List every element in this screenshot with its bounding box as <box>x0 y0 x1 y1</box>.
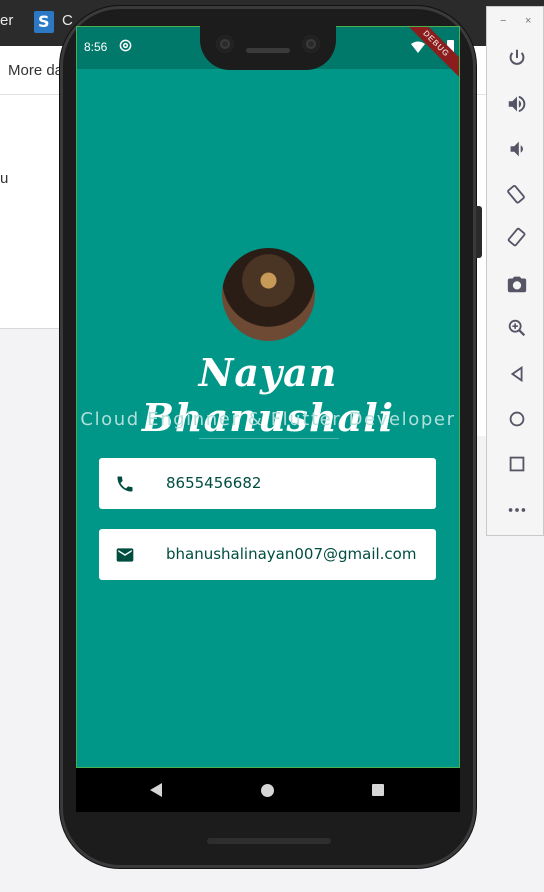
title-divider <box>199 438 339 439</box>
back-button[interactable] <box>506 363 528 385</box>
overview-icon <box>509 456 525 472</box>
phone-number: 8655456682 <box>166 474 262 492</box>
background-text: u <box>0 170 9 187</box>
home-icon[interactable] <box>261 784 274 797</box>
emulator-toolbar: − × <box>486 6 544 536</box>
more-icon <box>508 508 526 512</box>
overview-button[interactable] <box>506 453 528 475</box>
at-sign-icon <box>119 39 132 52</box>
back-icon <box>510 365 523 383</box>
power-icon <box>509 49 525 65</box>
volume-down-icon <box>510 141 523 157</box>
minimize-button[interactable]: − <box>500 15 506 27</box>
background-title-letter: C <box>62 12 73 29</box>
volume-up-icon <box>508 95 526 113</box>
screenshot-button[interactable] <box>506 273 528 295</box>
screenshot-icon <box>507 276 527 293</box>
front-sensor-icon <box>302 35 320 53</box>
debug-banner: DEBUG <box>399 27 459 81</box>
recents-icon[interactable] <box>372 784 384 796</box>
phone-icon <box>117 476 133 492</box>
bottom-speaker <box>207 838 331 844</box>
phone-side-button <box>476 206 482 258</box>
email-address: bhanushalinayan007@gmail.com <box>166 545 417 563</box>
front-camera-icon <box>216 35 234 53</box>
rotate-left-icon <box>507 184 525 204</box>
back-icon[interactable] <box>150 783 162 797</box>
home-button[interactable] <box>506 408 528 430</box>
profile-title: Cloud Enginner & Flutter Developer <box>80 409 456 430</box>
volume-up-button[interactable] <box>506 93 528 115</box>
zoom-button[interactable] <box>506 317 528 339</box>
earpiece <box>246 48 290 53</box>
rotate-left-button[interactable] <box>506 183 528 205</box>
close-button[interactable]: × <box>525 15 531 27</box>
background-title-fragment: er <box>0 12 14 29</box>
rotate-right-button[interactable] <box>506 227 528 249</box>
email-icon <box>116 548 134 562</box>
zoom-icon <box>508 319 526 337</box>
phone-card[interactable]: 8655456682 <box>99 458 436 509</box>
volume-down-button[interactable] <box>506 138 528 160</box>
phone-screen: 8:56 DEBUG Nayan Bhanushali Cloud Enginn… <box>76 26 460 768</box>
avatar <box>222 248 315 341</box>
phone-notch <box>200 26 336 70</box>
more-button[interactable] <box>506 499 528 521</box>
power-button[interactable] <box>506 47 528 69</box>
rotate-right-icon <box>507 227 526 247</box>
email-card[interactable]: bhanushalinayan007@gmail.com <box>99 529 436 580</box>
more-menu-text[interactable]: More da <box>8 62 63 79</box>
wifi-icon <box>411 41 425 53</box>
home-icon <box>509 411 525 427</box>
status-time: 8:56 <box>84 40 108 54</box>
android-nav-bar <box>76 768 460 812</box>
app-icon[interactable] <box>34 11 54 33</box>
